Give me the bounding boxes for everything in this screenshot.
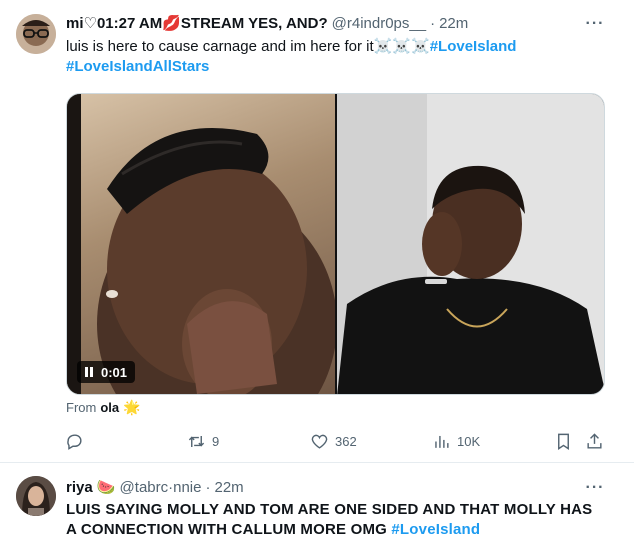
hashtag-link[interactable]: #LoveIsland (430, 38, 517, 55)
avatar[interactable] (16, 476, 56, 516)
timestamp[interactable]: 22m (439, 15, 468, 32)
retweet-icon (188, 435, 205, 447)
video-timestamp: 0:01 (101, 364, 128, 380)
tweet-text-body: luis is here to cause carnage and im her… (66, 38, 430, 55)
handle[interactable]: @r4indr0ps__ (332, 15, 426, 32)
hashtag-link[interactable]: #LoveIslandAllStars (66, 58, 209, 75)
views-icon (435, 435, 449, 448)
pause-button[interactable]: 0:01 (77, 361, 136, 383)
more-icon[interactable]: ··· (585, 14, 605, 34)
views-button[interactable]: 10K (432, 429, 480, 453)
display-name[interactable]: riya 🍉 (66, 478, 116, 496)
video-player[interactable]: 0:01 (66, 93, 605, 395)
separator-dot: · (430, 14, 436, 32)
tweet[interactable]: mi♡01:27 AM💋STREAM YES, AND? @r4indr0ps_… (0, 0, 634, 463)
video-attribution: From ola 🌟 (66, 399, 141, 416)
hashtag-link[interactable]: #LoveIsland (391, 521, 480, 538)
from-name[interactable]: ola (100, 400, 119, 415)
tweet-header: riya 🍉 @tabrc·nnie · 22m (66, 477, 244, 497)
tweet-text: luis is here to cause carnage and im her… (66, 37, 606, 77)
share-icon (587, 432, 602, 449)
like-count: 362 (335, 433, 357, 449)
tweet-text-body: LUIS SAYING MOLLY AND TOM ARE ONE SIDED … (66, 501, 593, 538)
handle[interactable]: @tabrc·nnie (120, 479, 202, 496)
timestamp[interactable]: 22m (214, 479, 243, 496)
views-count: 10K (457, 433, 481, 449)
share-button[interactable] (585, 429, 604, 453)
from-label: From (66, 400, 97, 415)
more-icon[interactable]: ··· (585, 478, 605, 498)
bookmark-icon (558, 433, 569, 450)
retweet-button[interactable]: 9 (187, 429, 219, 453)
star-emoji: 🌟 (123, 399, 141, 415)
video-frame-left: 0:01 (67, 94, 335, 394)
tweet-text: LUIS SAYING MOLLY AND TOM ARE ONE SIDED … (66, 500, 606, 540)
reply-button[interactable] (65, 429, 90, 453)
tweet-header: mi♡01:27 AM💋STREAM YES, AND? @r4indr0ps_… (66, 13, 468, 33)
heart-icon (311, 434, 328, 449)
reply-icon (67, 433, 82, 450)
action-bar: 9 362 10K (0, 429, 634, 453)
like-button[interactable]: 362 (310, 429, 357, 453)
avatar[interactable] (16, 14, 56, 54)
separator-dot: · (205, 478, 211, 496)
display-name[interactable]: mi♡01:27 AM💋STREAM YES, AND? (66, 14, 328, 32)
pause-icon (85, 367, 94, 377)
video-frame-right (337, 94, 604, 394)
retweet-count: 9 (212, 433, 220, 449)
bookmark-button[interactable] (554, 429, 573, 453)
